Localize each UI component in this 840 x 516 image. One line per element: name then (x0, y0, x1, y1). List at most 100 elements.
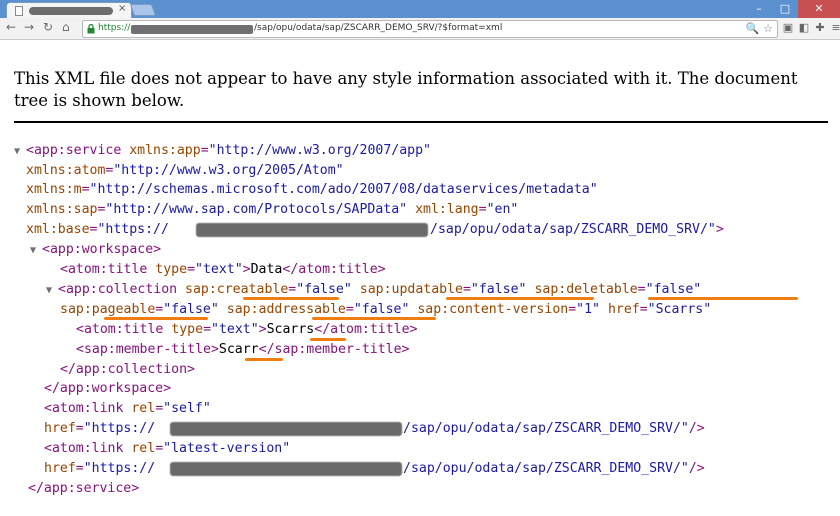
forward-icon[interactable]: → (24, 20, 34, 34)
annotation-underline (104, 317, 208, 320)
xml-value: "self" (163, 401, 211, 416)
xml-value: /sap/opu/odata/sap/ZSCARR_DEMO_SRV/" (403, 461, 689, 476)
xml-line: /sap/opu/odata/sap/ZSCARR_DEMO_SRV/"> (430, 221, 724, 239)
xml-line: <atom:title type="text">Scarrs</atom:tit… (76, 321, 417, 339)
xml-value: "1" (576, 302, 600, 317)
xml-attr: xmlns:atom (26, 163, 106, 178)
xml-attr: sap:deletable (534, 282, 638, 297)
xml-tag: <atom:title (76, 322, 164, 337)
xml-line: ▼ <app:service xmlns:app="http://www.w3.o… (14, 142, 431, 160)
url-path: /sap/opu/odata/sap/ZSCARR_DEMO_SRV/?$for… (254, 23, 503, 33)
maximize-button[interactable]: □ (772, 0, 798, 18)
xml-line: href="https:// (44, 420, 155, 438)
xml-tag: /> (688, 461, 705, 476)
extension-icons: ▣ ◧ ✚ ≡ (782, 21, 840, 35)
tab-strip: × – □ ✕ (0, 0, 840, 18)
xml-eq: = (637, 282, 646, 297)
xml-line: ▼ <app:workspace> (30, 241, 161, 259)
xml-tag: > (715, 222, 724, 237)
back-icon[interactable]: ← (6, 20, 16, 34)
browser-toolbar: ← → ↻ ⌂ https:// /sap/opu/odata/sap/ZSCA… (0, 18, 840, 40)
xml-text: Scarrs (266, 322, 315, 337)
xml-line: href="https:// (44, 460, 155, 478)
xml-line: </app:workspace> (44, 380, 171, 398)
xml-attr: xml:lang (415, 202, 479, 217)
redacted-host (170, 462, 402, 476)
reload-icon[interactable]: ↻ (43, 20, 53, 34)
xml-attr: sap:creatable (185, 282, 289, 297)
collapse-triangle-icon[interactable]: ▼ (30, 242, 42, 260)
tab-close-icon[interactable]: × (118, 3, 126, 14)
xml-text: Scarr (218, 342, 259, 357)
xml-eq: = (187, 262, 196, 277)
xml-line: <atom:link rel="self" (44, 400, 211, 418)
new-tab-button[interactable] (129, 4, 157, 16)
xml-eq: = (75, 461, 84, 476)
xml-line: xml:base="https:// (26, 221, 169, 239)
xml-tag: > (258, 322, 267, 337)
xml-eq: = (155, 441, 164, 456)
xml-line: ▼ <app:collection sap:creatable="false" s… (46, 281, 701, 299)
xml-attr: sap:updatable (359, 282, 463, 297)
xml-value: "en" (486, 202, 519, 217)
extension-icon[interactable]: ▣ (782, 21, 794, 35)
xml-line: </app:service> (28, 480, 139, 498)
annotation-underline (312, 317, 436, 320)
xml-tag: <atom:title (60, 262, 148, 277)
xml-tag: </sap:member-title> (258, 342, 410, 357)
xml-tag: </atom:title> (282, 262, 386, 277)
xml-attr: href (44, 421, 76, 436)
annotation-underline (245, 358, 283, 361)
zoom-icon[interactable]: 🔍 (746, 22, 760, 35)
xml-line: <sap:member-title>Scarr</sap:member-titl… (76, 341, 409, 359)
xml-eq: = (568, 302, 577, 317)
menu-icon[interactable]: ≡ (830, 21, 840, 35)
xml-eq: = (200, 143, 209, 158)
xml-value: "https:// (97, 222, 169, 237)
xml-value: "false" (163, 302, 219, 317)
extension-icon[interactable]: ◧ (798, 21, 810, 35)
xml-value: "false" (353, 302, 410, 317)
xml-line: <atom:link rel="latest-version" (44, 440, 290, 458)
xml-attr: rel (131, 441, 156, 456)
xml-eq: = (345, 302, 354, 317)
lock-icon (87, 24, 95, 34)
xml-attr: sap:content-version (417, 302, 569, 317)
star-icon[interactable]: ☆ (763, 22, 773, 35)
browser-tab[interactable]: × (6, 2, 132, 18)
annotation-underline (446, 297, 594, 300)
close-button[interactable]: ✕ (798, 0, 840, 18)
address-bar[interactable]: https:// /sap/opu/odata/sap/ZSCARR_DEMO_… (82, 20, 778, 38)
collapse-triangle-icon[interactable]: ▼ (46, 282, 58, 300)
xml-attr: xml:base (26, 222, 90, 237)
omnibox-actions: 🔍 ☆ (746, 22, 773, 35)
xml-eq: = (155, 401, 164, 416)
xml-value: "false" (470, 282, 527, 297)
xml-tag: /> (688, 421, 705, 436)
xml-value: "http://www.w3.org/2007/app" (208, 143, 431, 158)
xml-value: "https:// (83, 461, 156, 476)
xml-tag: > (242, 262, 251, 277)
xml-value: "https:// (83, 421, 156, 436)
xml-line: /sap/opu/odata/sap/ZSCARR_DEMO_SRV/"/> (403, 420, 705, 438)
xml-tag: <atom:link (44, 441, 124, 456)
xml-attr: rel (131, 401, 156, 416)
home-icon[interactable]: ⌂ (62, 20, 70, 34)
puzzle-icon[interactable]: ✚ (814, 21, 826, 35)
divider (14, 121, 828, 123)
xml-attr: href (607, 302, 640, 317)
xml-tag: <atom:link (44, 401, 124, 416)
xml-attr: xmlns:m (26, 182, 82, 197)
xml-attr: sap:pageable (60, 302, 156, 317)
xml-style-notice: This XML file does not appear to have an… (14, 69, 798, 110)
xml-line: /sap/opu/odata/sap/ZSCARR_DEMO_SRV/"/> (403, 460, 705, 478)
xml-value: "false" (296, 282, 352, 297)
minimize-button[interactable]: – (746, 0, 772, 18)
xml-value: "http://www.w3.org/2005/Atom" (113, 163, 344, 178)
xml-attr: xmlns:app (129, 143, 201, 158)
collapse-triangle-icon[interactable]: ▼ (14, 143, 26, 161)
url-host-redacted (131, 25, 253, 34)
tab-title-redacted (29, 7, 113, 15)
xml-value: "http://www.sap.com/Protocols/SAPData" (105, 202, 408, 217)
xml-attr: type (155, 262, 188, 277)
